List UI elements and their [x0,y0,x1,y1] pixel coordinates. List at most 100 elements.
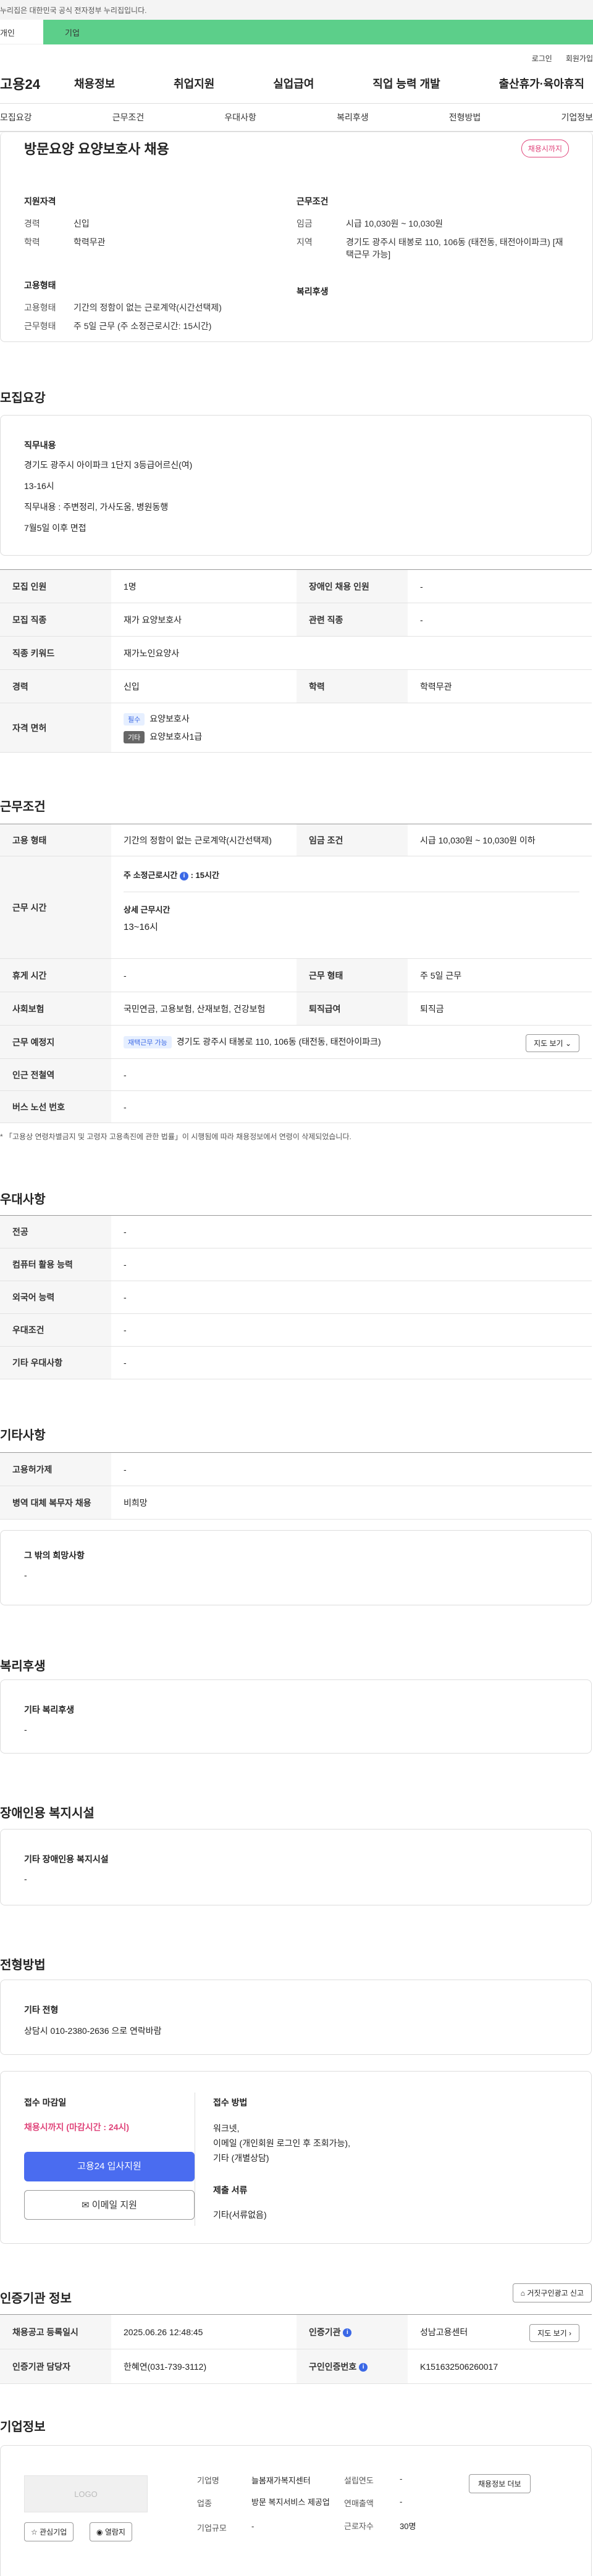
other-wish-value: - [24,1570,27,1580]
apply-right: 접수 방법 워크넷, 이메일 (개인회원 로그인 후 조회가능), 기타 (개별… [213,2096,559,2221]
etc-label: 고용허가제 [0,1452,111,1486]
login-link[interactable]: 로그인 [532,54,552,63]
license-item: 기타 요양보호사1급 [124,730,579,743]
qual-label: 학력 [24,237,40,247]
bus-label: 버스 노선 번호 [0,1090,111,1123]
company-year-row: 설립연도 - [344,2474,480,2486]
qual-value: 학력무관 [74,237,106,247]
company-staff-label: 근로자수 [344,2522,374,2531]
job-type-value: 재가 요양보호사 [111,603,296,637]
cert-org-value: 성남고용센터 지도 보기 › [408,2314,592,2349]
reg-date-value: 2025.06.26 12:48:45 [111,2314,296,2349]
other-wish-box: 그 밖의 희망사항 - [0,1530,592,1605]
personal-tab[interactable]: 개인 [0,20,43,44]
view-list-button[interactable]: ◉ 열람지 [90,2522,132,2541]
tab-recruit[interactable]: 모집요강 [0,111,32,123]
job-summary-card: 방문요양 요양보호사 채용 채용시까지 지원자격 경력 신입 학력 학력무관 고용형… [0,132,593,342]
chevron-down-icon: ⌄ [565,1039,571,1048]
hours-main-value: : 15시간 [190,871,219,880]
site-logo[interactable]: 고용24 [0,73,74,93]
cert-table: 채용공고 등록일시 2025.06.26 12:48:45 인증기관 i 성남고… [0,2314,592,2384]
deadline-value: 채용시까지 (마감시간 : 24시) [24,2122,130,2132]
other-wish-heading: 그 밖의 희망사항 [24,1550,85,1560]
signup-link[interactable]: 회원가입 [566,54,593,63]
work-table: 고용 형태 기간의 정함이 없는 근로계약(시간선택제) 임금 조건 시급 10… [0,824,592,1123]
tab-work-conditions[interactable]: 근무조건 [112,111,145,123]
screen-box: 기타 전형 상담시 010-2380-2636 으로 연락바람 [0,1980,592,2055]
prefer-label: 전공 [0,1215,111,1248]
tab-welfare[interactable]: 복리후생 [337,111,369,123]
cert-map-button[interactable]: 지도 보기 › [529,2324,579,2342]
etc-label: 병역 대체 복무자 채용 [0,1486,111,1520]
company-name-value: 늘봄재가복지센터 [251,2476,311,2485]
utility-links: 로그인 회원가입 [0,44,593,63]
apply-button[interactable]: 고용24 입사지원 [24,2152,195,2181]
info-icon[interactable]: i [359,2362,368,2372]
tab-company[interactable]: 기업정보 [561,111,593,123]
duty-line: 7월5일 이후 면접 [24,523,86,533]
mail-icon: ✉ [82,2200,90,2210]
prefer-heading: 우대사항 [0,1193,46,1206]
company-size-value: - [251,2522,254,2531]
etc-heading: 기타사항 [0,1429,46,1442]
table-row: 컴퓨터 활용 능력 - [0,1248,592,1281]
map-button[interactable]: 지도 보기 ⌄ [526,1034,579,1052]
table-row: 경력 신입 학력 학력무관 [0,669,592,703]
favorite-company-button[interactable]: ☆ 관심기업 [24,2522,74,2541]
table-row: 전공 - [0,1215,592,1248]
company-tab[interactable]: 기업 [43,20,593,44]
rest-value: - [111,958,296,992]
gnb-menu: 채용정보 취업지원 실업급여 직업 능력 개발 출산휴가·육아휴직 [74,75,593,91]
emp-heading: 고용형태 [24,280,56,290]
cert-org-label-text: 인증기관 [309,2327,341,2337]
screen-box-heading: 기타 전형 [24,2005,59,2015]
summary-right: 근무조건 임금 시급 10,030원 ~ 10,030원 지역 경기도 광주시 태봉… [296,195,569,338]
cert-no-label: 구인인증번호 i [296,2349,408,2384]
screen-heading: 전형방법 [0,1959,46,1972]
prefer-label: 기타 우대사항 [0,1346,111,1379]
method-line: 이메일 (개인회원 로그인 후 조회가능), [213,2138,350,2148]
welfare-heading: 복리후생 [296,286,329,296]
place-address: 경기도 광주시 태봉로 110, 106동 (태전동, 태전아이파크) [176,1037,381,1047]
cert-org-name: 성남고용센터 [420,2327,468,2337]
cond-value: 시급 10,030원 ~ 10,030원 [346,219,444,228]
table-row: 채용공고 등록일시 2025.06.26 12:48:45 인증기관 i 성남고… [0,2314,592,2349]
tab-preference[interactable]: 우대사항 [224,111,256,123]
company-year-value: - [400,2474,403,2483]
bus-value: - [111,1090,592,1123]
work-heading: 근무조건 [0,800,46,814]
qual-value: 신입 [74,219,90,228]
gnb-item-employment-support[interactable]: 취업지원 [174,75,214,91]
disabled-box-heading: 기타 장애인용 복지시설 [24,1854,109,1864]
disabled-box: 기타 장애인용 복지시설 - [0,1829,592,1905]
gnb-item-jobs[interactable]: 채용정보 [74,75,115,91]
place-value: 재택근무 가능 경기도 광주시 태봉로 110, 106동 (태전동, 태전아이파… [111,1025,592,1059]
job-summary: 지원자격 경력 신입 학력 학력무관 고용형태 고용형태 기간의 정함이 없는 근로계… [24,195,569,338]
gnb-item-unemployment-benefit[interactable]: 실업급여 [273,75,314,91]
more-jobs-button[interactable]: 채용정보 더보 [469,2474,531,2493]
qual-label: 경력 [24,219,40,228]
etc-value: 비희망 [111,1486,592,1520]
prefer-value: - [111,1313,592,1347]
tab-screening[interactable]: 전형방법 [449,111,481,123]
gnb-item-leave[interactable]: 출산휴가·육아휴직 [499,75,584,91]
retire-value: 퇴직금 [408,992,592,1026]
welfare-box: 기타 복리후생 - [0,1679,592,1754]
welfare-box-heading: 기타 복리후생 [24,1705,75,1715]
keyword-value: 재가노인요양사 [111,636,592,670]
emp-type-value: 기간의 정함이 없는 근로계약(시간선택제) [111,824,296,856]
info-icon[interactable]: i [179,871,188,880]
email-apply-button[interactable]: ✉ 이메일 지원 [24,2190,195,2220]
info-icon[interactable]: i [343,2328,352,2337]
gnb-item-training[interactable]: 직업 능력 개발 [372,75,440,91]
apply-box: 접수 마감일 채용시까지 (마감시간 : 24시) 고용24 입사지원 ✉ 이메… [0,2071,592,2244]
company-info-right: 설립연도 - 연매출액 - 근로자수 30명 [344,2474,480,2532]
license-item: 필수 요양보호사 [124,713,579,726]
hours-detail-heading: 상세 근무시간 [124,892,579,915]
favorite-label: 관심기업 [40,2528,67,2536]
hours-main: 주 소정근로시간 i : 15시간 [124,869,579,880]
screen-box-value: 상담시 010-2380-2636 으로 연락바람 [24,2026,162,2036]
cert-map-label: 지도 보기 [537,2329,567,2338]
report-button[interactable]: ⌂ 거짓구인광고 신고 [512,2283,592,2302]
table-row: 근무 예정지 재택근무 가능 경기도 광주시 태봉로 110, 106동 (태전동… [0,1025,592,1059]
